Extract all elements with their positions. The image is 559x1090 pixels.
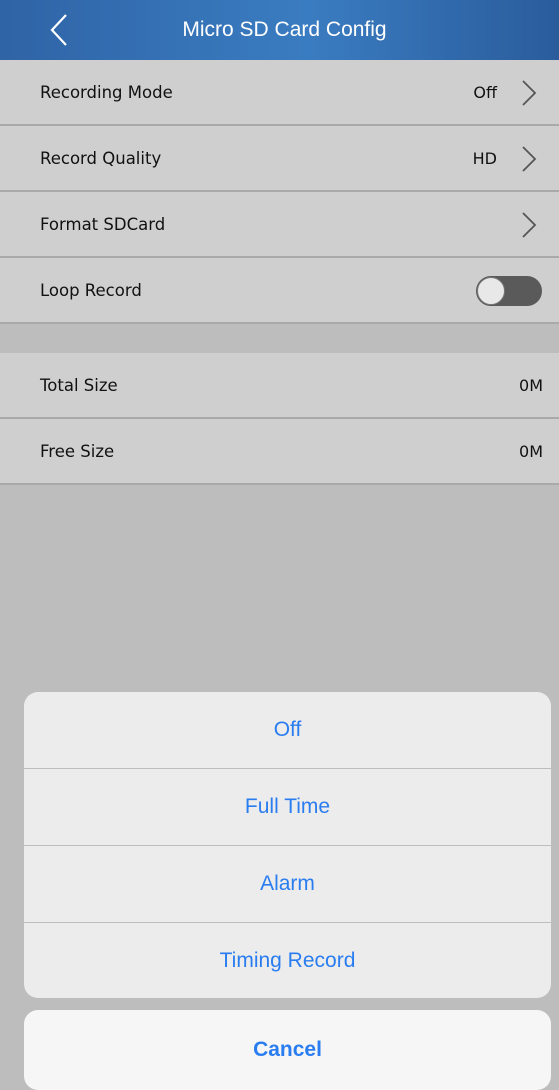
toggle-knob xyxy=(477,277,505,305)
page-title: Micro SD Card Config xyxy=(182,18,387,41)
navigation-bar: Micro SD Card Config xyxy=(0,0,559,60)
option-off[interactable]: Off xyxy=(24,692,551,768)
option-full-time[interactable]: Full Time xyxy=(24,769,551,845)
record-quality-value: HD xyxy=(472,149,497,168)
chevron-right-icon xyxy=(522,146,537,172)
total-size-row: Total Size 0M xyxy=(0,353,559,419)
loop-record-label: Loop Record xyxy=(40,281,142,300)
recording-mode-label: Recording Mode xyxy=(40,83,173,102)
option-timing-record[interactable]: Timing Record xyxy=(24,923,551,998)
recording-mode-action-sheet: Off Full Time Alarm Timing Record xyxy=(24,692,551,998)
free-size-row: Free Size 0M xyxy=(0,419,559,485)
free-size-value: 0M xyxy=(519,442,543,461)
free-size-label: Free Size xyxy=(40,442,115,461)
option-alarm[interactable]: Alarm xyxy=(24,846,551,922)
record-quality-row[interactable]: Record Quality HD xyxy=(0,126,559,192)
loop-record-row: Loop Record xyxy=(0,258,559,324)
format-sdcard-label: Format SDCard xyxy=(40,215,166,234)
recording-mode-row[interactable]: Recording Mode Off xyxy=(0,60,559,126)
loop-record-toggle[interactable] xyxy=(476,276,542,306)
format-sdcard-row[interactable]: Format SDCard xyxy=(0,192,559,258)
chevron-right-icon xyxy=(522,80,537,106)
total-size-value: 0M xyxy=(519,376,543,395)
cancel-button[interactable]: Cancel xyxy=(24,1010,551,1090)
recording-mode-value: Off xyxy=(473,83,497,102)
record-quality-label: Record Quality xyxy=(40,149,162,168)
section-gap xyxy=(0,325,559,353)
total-size-label: Total Size xyxy=(40,376,118,395)
chevron-right-icon xyxy=(522,212,537,238)
